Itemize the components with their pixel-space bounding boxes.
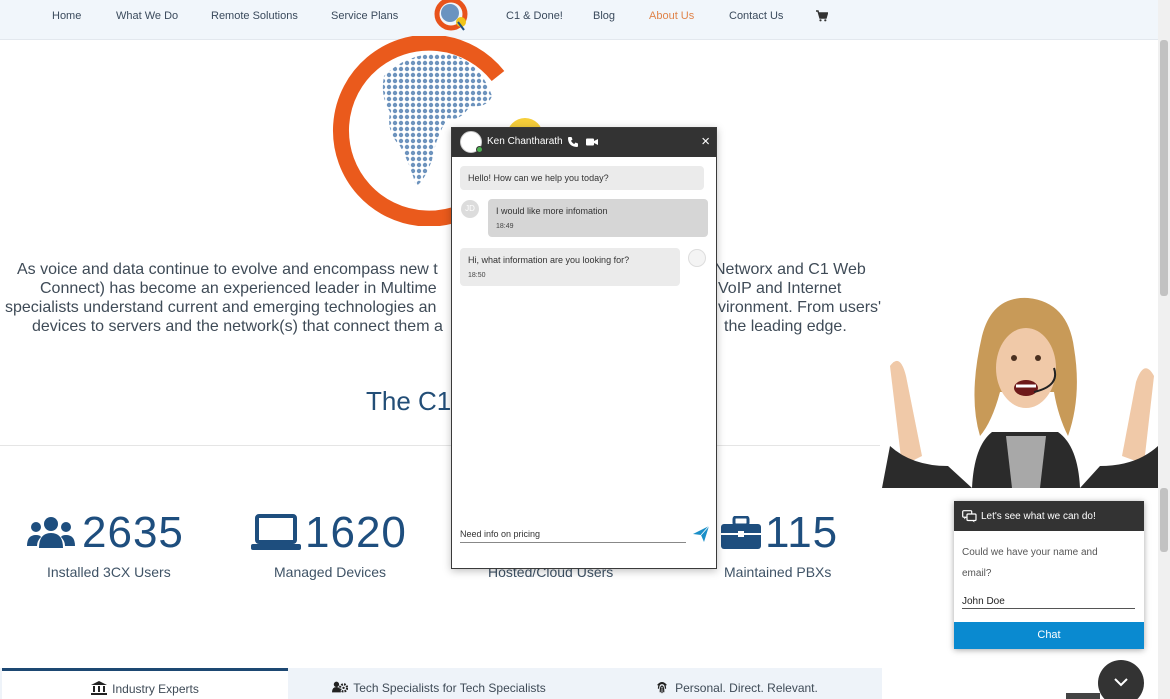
widget-header: Let's see what we can do! — [954, 501, 1144, 531]
message-text: Hi, what information are you looking for… — [468, 255, 630, 265]
intro-line-3-left: specialists understand current and emerg… — [5, 299, 437, 316]
stat-number-managed-devices: 1620 — [305, 508, 407, 557]
intro-line-1-left: As voice and data continue to evolve and… — [17, 261, 438, 278]
message-text: Hello! How can we help you today? — [468, 173, 609, 183]
team-gear-icon — [332, 681, 349, 693]
secondary-scrollbar-thumb[interactable] — [1160, 488, 1168, 552]
support-agent-image — [882, 296, 1166, 488]
send-icon[interactable] — [692, 525, 710, 543]
nav-contact-us[interactable]: Contact Us — [729, 10, 783, 22]
scrollbar-thumb[interactable] — [1160, 40, 1168, 296]
laptop-icon — [251, 514, 301, 550]
stat-label-managed-devices: Managed Devices — [274, 564, 387, 580]
intro-line-1-right: Networx and C1 Web — [714, 261, 866, 278]
chat-header: Ken Chantharath × — [452, 128, 716, 157]
page-scrollbar[interactable] — [1158, 0, 1170, 699]
briefcase-icon — [721, 516, 761, 549]
phone-icon[interactable] — [567, 136, 579, 148]
stat-label-maintained-pbxs: Maintained PBXs — [724, 564, 832, 580]
message-time: 18:50 — [468, 272, 486, 279]
intro-line-3-right: vironment. From users' — [718, 299, 882, 316]
globe-logo[interactable] — [430, 0, 472, 34]
top-nav: Home What We Do Remote Solutions Service… — [0, 0, 1158, 40]
chat-message-user: I would like more infomation 18:49 — [488, 199, 708, 237]
chevron-down-icon — [1114, 678, 1128, 687]
tab-industry-experts[interactable]: Industry Experts — [2, 668, 288, 699]
tab-tech-specialists[interactable]: Tech Specialists for Tech Specialists — [289, 668, 589, 699]
users-icon — [27, 517, 75, 548]
nav-service-plans[interactable]: Service Plans — [331, 10, 398, 22]
agent-avatar — [460, 131, 483, 153]
name-email-input[interactable] — [962, 594, 1135, 609]
nav-home[interactable]: Home — [52, 10, 81, 22]
chat-message-agent: Hi, what information are you looking for… — [460, 248, 680, 286]
stat-number-installed-users: 2635 — [82, 508, 184, 557]
agent-name: Ken Chantharath — [487, 136, 563, 147]
chat-message-input[interactable] — [460, 525, 686, 543]
cart-icon[interactable] — [816, 10, 828, 22]
fingerprint-icon — [657, 682, 667, 694]
message-text: I would like more infomation — [496, 206, 608, 216]
bank-icon — [91, 681, 108, 695]
tab-tech-specialists-label: Tech Specialists for Tech Specialists — [353, 681, 546, 695]
chat-window: Ken Chantharath × Hello! How can we help… — [451, 127, 717, 569]
chat-bubbles-icon — [962, 510, 977, 523]
stat-number-maintained-pbxs: 115 — [765, 508, 839, 557]
intro-line-4-left: devices to servers and the network(s) th… — [32, 318, 443, 335]
user-avatar: JD — [461, 200, 479, 218]
nav-about-us[interactable]: About Us — [649, 10, 694, 22]
message-time: 18:49 — [496, 223, 514, 230]
tab-industry-experts-label: Industry Experts — [112, 682, 199, 696]
feature-tabs: Industry Experts Tech Specialists for Te… — [0, 668, 882, 699]
tab-personal-direct[interactable]: Personal. Direct. Relevant. — [590, 668, 882, 699]
chat-button[interactable]: Chat — [954, 622, 1144, 649]
nav-remote-solutions[interactable]: Remote Solutions — [211, 10, 298, 22]
widget-question-line-1: Could we have your name and — [962, 547, 1098, 558]
section-title: The C1 — [366, 386, 452, 416]
intro-line-2-right: VoIP and Internet — [718, 280, 842, 297]
video-icon[interactable] — [586, 136, 598, 148]
chat-prompt-widget: Let's see what we can do! Could we have … — [954, 501, 1144, 649]
intro-line-2-left: Connect) has become an experienced leade… — [40, 280, 437, 297]
close-icon[interactable]: × — [701, 134, 710, 149]
bottom-edge-tab — [1066, 693, 1100, 699]
chat-message-agent: Hello! How can we help you today? — [460, 166, 704, 190]
agent-message-avatar — [688, 249, 706, 267]
nav-blog[interactable]: Blog — [593, 10, 615, 22]
widget-question-line-2: email? — [962, 568, 992, 579]
nav-what-we-do[interactable]: What We Do — [116, 10, 178, 22]
divider — [0, 445, 880, 446]
intro-line-4-right: the leading edge. — [724, 318, 847, 335]
nav-c1-done[interactable]: C1 & Done! — [506, 10, 563, 22]
online-status-dot — [476, 146, 483, 153]
stat-label-installed-users: Installed 3CX Users — [47, 564, 171, 580]
minimize-chat-button[interactable] — [1098, 660, 1144, 699]
widget-title: Let's see what we can do! — [981, 511, 1096, 522]
tab-personal-direct-label: Personal. Direct. Relevant. — [675, 681, 818, 695]
